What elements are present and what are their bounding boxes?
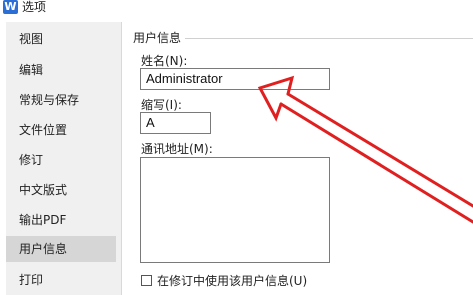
sidebar-item-label: 编辑	[19, 63, 44, 77]
sidebar-item-label: 用户信息	[19, 242, 68, 256]
address-label: 通讯地址(M):	[141, 142, 213, 156]
use-in-revision-checkbox[interactable]	[141, 275, 152, 286]
sidebar-item-label: 修订	[19, 153, 44, 167]
sidebar-item-label: 输出PDF	[19, 213, 67, 227]
sidebar-item-user-info[interactable]: 用户信息	[6, 236, 116, 262]
name-field[interactable]: Administrator	[140, 68, 330, 90]
sidebar-item-label: 视图	[19, 32, 44, 46]
title-bar: W 选项	[0, 0, 473, 18]
sidebar-item-file-locations[interactable]: 文件位置	[6, 117, 116, 143]
use-in-revision-label: 在修订中使用该用户信息(U)	[157, 274, 308, 288]
sidebar-item-chinese-layout[interactable]: 中文版式	[6, 177, 116, 203]
name-label: 姓名(N):	[141, 54, 188, 68]
user-info-group-title: 用户信息	[133, 29, 186, 46]
initials-field[interactable]: A	[140, 112, 211, 134]
sidebar-item-print[interactable]: 打印	[6, 267, 116, 293]
wps-writer-icon: W	[3, 0, 18, 14]
sidebar-item-label: 文件位置	[19, 123, 68, 137]
sidebar-item-label: 常规与保存	[19, 93, 80, 107]
sidebar-item-label: 中文版式	[19, 183, 68, 197]
initials-label: 缩写(I):	[141, 98, 182, 112]
options-sidebar: 视图 编辑 常规与保存 文件位置 修订 中文版式 输出PDF 用户信息 打印	[6, 22, 122, 295]
sidebar-item-label: 打印	[19, 273, 44, 287]
address-field[interactable]	[140, 157, 330, 263]
sidebar-item-view[interactable]: 视图	[6, 26, 116, 52]
group-divider	[184, 38, 473, 39]
window-title: 选项	[22, 0, 47, 14]
sidebar-item-general-save[interactable]: 常规与保存	[6, 87, 116, 113]
sidebar-item-revision[interactable]: 修订	[6, 147, 116, 173]
sidebar-item-edit[interactable]: 编辑	[6, 57, 116, 83]
sidebar-item-export-pdf[interactable]: 输出PDF	[6, 207, 116, 233]
